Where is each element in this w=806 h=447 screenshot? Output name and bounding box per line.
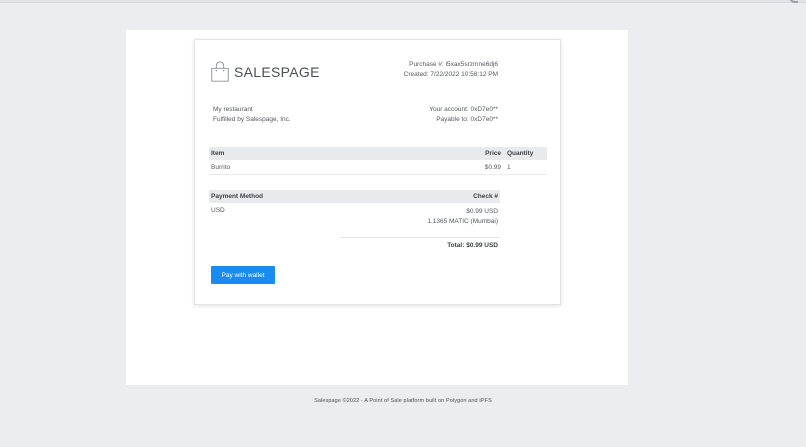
top-bar (0, 0, 806, 3)
merchant-name: My restaurant (213, 106, 253, 113)
brand-logo: SALESPAGE (209, 55, 320, 89)
merchant-info: My restaurant Fulfilled by Salespage, In… (213, 105, 291, 125)
footer-text: Salespage ©2022 - A Point of Sale platfo… (314, 398, 492, 404)
pay-with-wallet-button[interactable]: Pay with wallet (211, 266, 275, 284)
payable-to: Payable to: 0xD7e0** (436, 116, 498, 123)
total-divider (340, 237, 500, 238)
payment-table-header: Payment Method Check # (209, 190, 500, 203)
purchase-created: Created: 7/22/2022 10:58:12 PM (403, 71, 498, 78)
table-row: Burrito $0.99 1 (209, 160, 547, 175)
payment-amounts: $0.99 USD 1.1365 MATIC (Mumbai) (427, 207, 500, 227)
account-icon[interactable] (789, 0, 798, 3)
brand-name: SALESPAGE (234, 64, 320, 80)
item-price: $0.99 (484, 163, 501, 171)
amount-usd: $0.99 USD (466, 208, 498, 215)
column-header-item: Item (211, 150, 225, 157)
purchase-info: Purchase #: l5xax5srzmne6dj6 Created: 7/… (404, 60, 498, 80)
payment-row: USD $0.99 USD 1.1365 MATIC (Mumbai) (209, 203, 500, 227)
items-table: Item Price Quantity Burrito $0.99 1 (209, 147, 547, 175)
purchase-number: Purchase #: l5xax5srzmne6dj6 (409, 61, 498, 68)
account-info: Your account: 0xD7e0** Payable to: 0xD7e… (429, 105, 498, 125)
your-account: Your account: 0xD7e0** (429, 106, 498, 113)
item-quantity: 1 (507, 163, 511, 171)
column-header-check: Check # (473, 193, 498, 200)
item-name: Burrito (211, 163, 231, 171)
total-amount: Total: $0.99 USD (447, 242, 498, 249)
payment-method: USD (211, 207, 225, 214)
amount-matic: 1.1365 MATIC (Mumbai) (427, 218, 498, 225)
column-header-quantity: Quantity (507, 150, 534, 157)
fulfilled-by: Fulfilled by Salespage, Inc. (213, 116, 291, 123)
column-header-price: Price (485, 150, 501, 157)
column-header-payment-method: Payment Method (211, 193, 264, 200)
items-table-header: Item Price Quantity (209, 147, 547, 160)
receipt-card: SALESPAGE Purchase #: l5xax5srzmne6dj6 C… (194, 39, 561, 305)
payment-table: Payment Method Check # USD $0.99 USD 1.1… (209, 190, 500, 227)
shopping-bag-icon (211, 61, 229, 82)
